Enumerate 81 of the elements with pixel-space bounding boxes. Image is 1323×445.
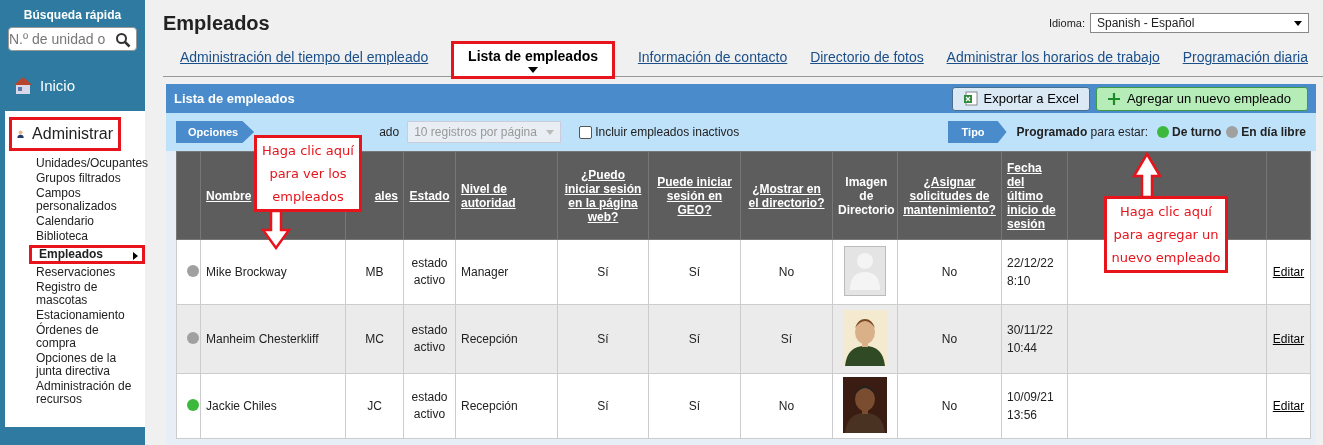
legend-text: Programado para estar: bbox=[1016, 125, 1148, 139]
sidebar-item[interactable]: Órdenes de compra bbox=[5, 324, 145, 350]
table-cell: Sí bbox=[688, 330, 701, 348]
column-header: Imagen de Directorio bbox=[838, 174, 895, 217]
section-heading[interactable]: Administrar bbox=[9, 117, 121, 151]
sidebar-item[interactable]: Empleados bbox=[29, 245, 145, 264]
tab[interactable]: Información de contacto bbox=[637, 41, 788, 65]
table-cell: Sí bbox=[688, 397, 701, 415]
table-cell: No bbox=[778, 263, 795, 281]
table-cell-text: 10/09/21 13:56 bbox=[1007, 389, 1052, 424]
caret-icon bbox=[528, 67, 539, 73]
table-cell: Sí bbox=[597, 397, 609, 415]
tab[interactable]: Administración del tiempo del empleado bbox=[180, 41, 429, 65]
tab[interactable]: Administrar los horarios de trabajo bbox=[946, 41, 1160, 65]
plus-icon bbox=[1106, 91, 1121, 106]
caret-icon bbox=[546, 129, 555, 135]
panel-title: Lista de empleados bbox=[174, 91, 296, 106]
sidebar-item[interactable]: Calendario bbox=[5, 215, 145, 228]
add-employee-button[interactable]: Agregar un nuevo empleado bbox=[1095, 86, 1308, 111]
table-cell-text: estado activo bbox=[410, 389, 449, 423]
table-cell: Sí bbox=[597, 263, 609, 281]
page-title: Empleados bbox=[163, 11, 270, 35]
table-cell-text: 22/12/22 8:10 bbox=[1007, 255, 1052, 290]
edit-link[interactable]: Editar bbox=[1272, 332, 1305, 346]
table-cell: MB bbox=[365, 263, 384, 281]
sidebar-item[interactable]: Grupos filtrados bbox=[5, 172, 145, 185]
sidebar-item[interactable]: Opciones de la junta directiva bbox=[5, 352, 145, 378]
table-cell-text: estado activo bbox=[410, 322, 449, 356]
language-dropdown[interactable]: Spanish - Español bbox=[1090, 13, 1309, 33]
search-title: Búsqueda rápida bbox=[22, 7, 123, 22]
column-header-link[interactable]: Estado bbox=[409, 188, 450, 203]
table-cell: No bbox=[941, 265, 958, 279]
table-cell: MC bbox=[365, 330, 384, 348]
table-cell: No bbox=[941, 399, 958, 413]
table-cell: Sí bbox=[688, 263, 701, 281]
table-cell: JC bbox=[367, 397, 382, 415]
table-cell: Jackie Chiles bbox=[206, 399, 277, 413]
callout-note: Haga clic aquí para agregar un nuevo empleado bbox=[1104, 196, 1228, 273]
table-cell: No bbox=[941, 332, 958, 346]
table-cell-text: estado activo bbox=[410, 255, 449, 289]
legend-label: De turno bbox=[1171, 125, 1222, 139]
table-cell: Sí bbox=[597, 330, 609, 348]
legend-label: En día libre bbox=[1241, 125, 1306, 139]
column-header-link[interactable]: Nombre bbox=[206, 188, 252, 203]
house-icon bbox=[12, 75, 34, 95]
table-cell: Sí bbox=[780, 330, 793, 348]
table-cell: Manheim Chesterkliff bbox=[206, 332, 319, 346]
edit-link[interactable]: Editar bbox=[1272, 399, 1305, 413]
tab[interactable]: Lista de empleados bbox=[451, 41, 616, 79]
arrow bbox=[1132, 152, 1162, 198]
tab[interactable]: Programación diaria bbox=[1182, 41, 1308, 65]
caret-icon bbox=[133, 252, 138, 260]
spreadsheet-icon bbox=[962, 91, 978, 106]
checkbox[interactable] bbox=[579, 125, 593, 139]
options-text: ado bbox=[379, 125, 400, 139]
placeholder-photo-icon bbox=[844, 245, 886, 296]
options-label: Opciones bbox=[176, 121, 255, 143]
type-label: Tipo bbox=[947, 121, 1007, 143]
search-field[interactable]: N.º de unidad o bbox=[8, 27, 137, 51]
table-cell: Recepción bbox=[461, 397, 518, 415]
table-cell: Recepción bbox=[461, 330, 518, 348]
sidebar-item[interactable]: Reservaciones bbox=[5, 266, 145, 279]
table-cell-text: 30/11/22 10:44 bbox=[1007, 322, 1052, 357]
sidebar-item[interactable]: Biblioteca bbox=[5, 230, 145, 243]
callout-note: Haga clic aquí para ver los empleados bbox=[254, 135, 362, 212]
search-icon[interactable] bbox=[115, 32, 131, 48]
export-button[interactable]: Exportar a Excel bbox=[951, 86, 1090, 111]
sidebar-item[interactable]: Campos personalizados bbox=[5, 187, 145, 213]
sidebar-item[interactable]: Registro de mascotas bbox=[5, 281, 145, 307]
language-label: Idioma: bbox=[1048, 17, 1085, 29]
sidebar-item[interactable]: Estacionamiento bbox=[5, 309, 145, 322]
table-cell: Mike Brockway bbox=[206, 265, 287, 279]
column-header-link[interactable]: ales bbox=[374, 188, 398, 203]
checkbox-label: Incluir empleados inactivos bbox=[595, 125, 740, 139]
home-link[interactable]: Inicio bbox=[40, 76, 76, 94]
tab[interactable]: Directorio de fotos bbox=[810, 41, 924, 65]
sidebar-item[interactable]: Administración de recursos bbox=[5, 380, 145, 406]
table-cell: Manager bbox=[461, 263, 509, 281]
table-cell: No bbox=[778, 397, 795, 415]
edit-link[interactable]: Editar bbox=[1272, 265, 1305, 279]
caret-icon bbox=[1294, 20, 1302, 26]
